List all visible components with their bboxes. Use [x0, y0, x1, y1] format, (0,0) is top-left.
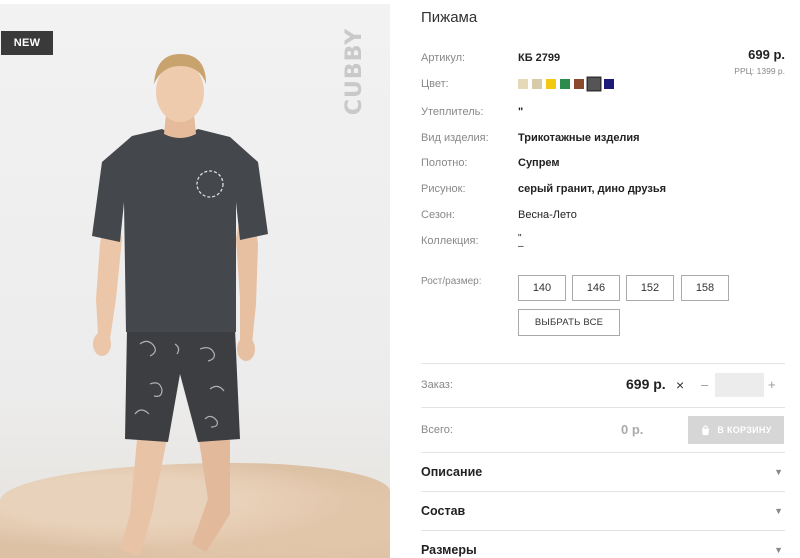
divider — [421, 530, 785, 531]
divider — [421, 452, 785, 453]
divider — [421, 491, 785, 492]
color-swatch[interactable] — [546, 79, 556, 89]
attr-article: Артикул: КБ 2799 — [421, 52, 785, 72]
accordion-description[interactable]: Описание ▼ — [421, 465, 785, 485]
color-swatch[interactable] — [532, 79, 542, 89]
add-to-cart-label: В КОРЗИНУ — [717, 425, 772, 435]
accordion-sizes[interactable]: Размеры ▼ — [421, 543, 785, 558]
quantity-input[interactable] — [715, 373, 764, 397]
size-option-158[interactable]: 158 — [681, 275, 729, 301]
cart-icon — [702, 424, 710, 435]
total-label: Всего: — [421, 424, 453, 436]
attr-value: Весна-Лето — [518, 209, 577, 221]
size-option-146[interactable]: 146 — [572, 275, 620, 301]
chevron-down-icon: ▼ — [774, 545, 783, 555]
attr-insulation: Утеплитель: " — [421, 106, 785, 126]
attr-value: Трикотажные изделия — [518, 132, 640, 144]
new-badge: NEW — [1, 31, 53, 55]
order-label: Заказ: — [421, 379, 453, 391]
attr-label: Вид изделия: — [421, 132, 489, 144]
color-swatch[interactable] — [604, 79, 614, 89]
product-photo[interactable]: NEW CUBBY — [0, 4, 390, 558]
product-title: Пижама — [421, 9, 478, 26]
attr-value: " – — [518, 233, 524, 252]
attr-value: " — [518, 106, 524, 118]
divider — [421, 363, 785, 364]
attr-collection: Коллекция: " – — [421, 233, 785, 259]
accordion-composition[interactable]: Состав ▼ — [421, 504, 785, 524]
accordion-label: Описание — [421, 465, 483, 479]
select-all-sizes-button[interactable]: ВЫБРАТЬ ВСЕ — [518, 309, 620, 336]
attr-value: КБ 2799 — [518, 52, 561, 64]
total-value: 0 р. — [621, 422, 644, 437]
times-icon: × — [676, 377, 685, 393]
accordion-label: Размеры — [421, 543, 477, 557]
brand-logo: CUBBY — [342, 27, 368, 116]
decrease-quantity-button[interactable]: – — [701, 377, 708, 392]
attr-value: Супрем — [518, 157, 560, 169]
increase-quantity-button[interactable]: + — [768, 377, 776, 392]
attr-label: Артикул: — [421, 52, 466, 64]
attr-value: серый гранит, дино друзья — [518, 183, 667, 195]
attr-season: Сезон: Весна-Лето — [421, 209, 785, 229]
size-option-152[interactable]: 152 — [626, 275, 674, 301]
attr-label: Утеплитель: — [421, 106, 484, 118]
attr-product-type: Вид изделия: Трикотажные изделия — [421, 132, 785, 152]
order-price: 699 р. — [626, 376, 666, 392]
attr-label: Полотно: — [421, 157, 468, 169]
color-swatch-selected[interactable] — [588, 78, 600, 90]
attr-label: Рисунок: — [421, 183, 466, 195]
attr-fabric: Полотно: Супрем — [421, 157, 785, 177]
add-to-cart-button[interactable]: В КОРЗИНУ — [688, 416, 784, 444]
chevron-down-icon: ▼ — [774, 506, 783, 516]
color-swatch[interactable] — [560, 79, 570, 89]
attr-label: Цвет: — [421, 78, 449, 90]
attr-label: Рост/размер: — [421, 276, 482, 287]
color-swatch[interactable] — [518, 79, 528, 89]
attr-pattern: Рисунок: серый гранит, дино друзья — [421, 183, 785, 203]
chevron-down-icon: ▼ — [774, 467, 783, 477]
attr-label: Сезон: — [421, 209, 455, 221]
color-swatch[interactable] — [574, 79, 584, 89]
divider — [421, 407, 785, 408]
accordion-label: Состав — [421, 504, 466, 518]
color-swatches — [518, 78, 614, 90]
product-model-illustration — [92, 54, 268, 556]
size-option-140[interactable]: 140 — [518, 275, 566, 301]
attr-label: Коллекция: — [421, 235, 479, 247]
